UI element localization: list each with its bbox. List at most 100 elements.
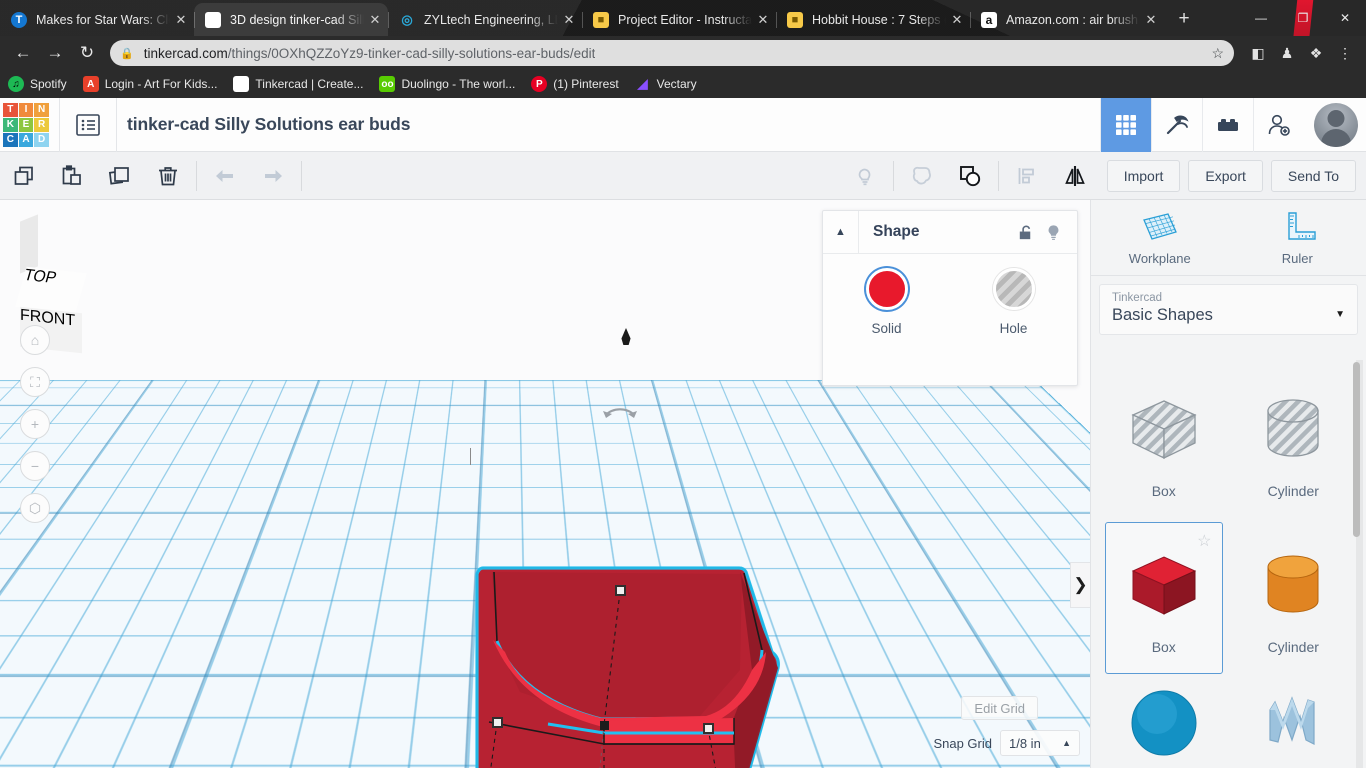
undo-icon[interactable] (201, 152, 249, 200)
redo-icon[interactable] (249, 152, 297, 200)
window-close-button[interactable]: ✕ (1324, 1, 1366, 35)
tinkercad-logo[interactable]: T I N K E R C A D (3, 103, 49, 147)
shape-library-select[interactable]: Tinkercad Basic Shapes ▼ (1099, 284, 1358, 335)
mirror-icon[interactable] (1051, 152, 1099, 200)
copy-icon[interactable] (0, 152, 48, 200)
collapse-panel-button[interactable]: ❯ (1070, 562, 1090, 608)
shape-item-scribble[interactable] (1235, 678, 1353, 768)
export-button[interactable]: Export (1188, 160, 1262, 192)
fit-to-view-icon[interactable]: ⛶ (20, 367, 50, 397)
hole-option[interactable]: Hole (950, 268, 1077, 336)
codeblocks-pickaxe-icon[interactable] (1151, 98, 1202, 152)
resize-handle-left[interactable] (492, 717, 503, 728)
browser-tab[interactable]: T Makes for Star Wars: Clo ✕ (0, 3, 194, 36)
solid-option[interactable]: Solid (823, 268, 950, 336)
lightbulb-icon[interactable] (1039, 223, 1067, 242)
ruler-tool[interactable]: Ruler (1229, 210, 1366, 266)
zoom-in-icon[interactable]: + (20, 409, 50, 439)
bookmark-item[interactable]: Tinkercad | Create... (233, 76, 363, 92)
page-title[interactable]: tinker-cad Silly Solutions ear buds (127, 114, 410, 135)
paste-icon[interactable] (48, 152, 96, 200)
tab-close-icon[interactable]: ✕ (172, 11, 190, 29)
delete-trash-icon[interactable] (144, 152, 192, 200)
ortho-perspective-toggle-icon[interactable]: ⬡ (20, 493, 50, 523)
unlock-icon[interactable] (1011, 223, 1039, 242)
shape-item-hole-cylinder[interactable]: Cylinder (1235, 366, 1353, 518)
tab-title: Project Editor - Instructa (618, 13, 752, 27)
bookmark-label: Login - Art For Kids... (105, 77, 218, 91)
tab-close-icon[interactable]: ✕ (754, 11, 772, 29)
browser-tab-active[interactable]: 3D design tinker-cad Silly ✕ (194, 3, 388, 36)
bricks-icon[interactable] (1202, 98, 1253, 152)
bookmark-item[interactable]: A Login - Art For Kids... (83, 76, 218, 92)
browser-tab[interactable]: ◎ ZYLtech Engineering, LLC ✕ (388, 3, 582, 36)
tinkercad-header: T I N K E R C A D tinker-cad Silly Solut… (0, 98, 1366, 152)
chrome-menu-icon[interactable]: ⋮ (1332, 40, 1358, 66)
shapes-scrollbar-track[interactable] (1356, 360, 1363, 768)
shapes-scrollbar-thumb[interactable] (1353, 362, 1360, 537)
new-tab-button[interactable]: + (1170, 5, 1198, 33)
tab-close-icon[interactable]: ✕ (1142, 11, 1160, 29)
workplane-tool[interactable]: Workplane (1091, 210, 1229, 266)
library-owner: Tinkercad (1112, 292, 1345, 304)
window-minimize-button[interactable]: — (1240, 1, 1282, 35)
tab-close-icon[interactable]: ✕ (560, 11, 578, 29)
shape-item-cylinder[interactable]: Cylinder (1235, 522, 1353, 674)
shapes-sidebar: Workplane Ruler Tinkercad Basic Shapes ▼… (1090, 200, 1366, 768)
bookmark-item[interactable]: oo Duolingo - The worl... (379, 76, 515, 92)
lightbulb-icon[interactable] (841, 152, 889, 200)
chevron-up-icon: ▲ (1062, 738, 1071, 748)
hole-swatch[interactable] (993, 268, 1035, 310)
puzzle-ext-icon[interactable]: ♟ (1274, 40, 1300, 66)
bookmarks-bar: ♫ Spotify A Login - Art For Kids... Tink… (0, 70, 1366, 98)
bookmark-item[interactable]: P (1) Pinterest (531, 76, 618, 92)
logo-tile-t: T (3, 103, 18, 117)
zoom-out-icon[interactable]: − (20, 451, 50, 481)
bookmark-item[interactable]: ♫ Spotify (8, 76, 67, 92)
browser-tab[interactable]: ■ Hobbit House : 7 Steps ( ✕ (776, 3, 970, 36)
send-to-button[interactable]: Send To (1271, 160, 1356, 192)
chevron-up-icon[interactable]: ▲ (823, 211, 859, 254)
bookmark-item[interactable]: ◢ Vectary (635, 76, 697, 92)
address-bar[interactable]: 🔒 tinkercad.com/things/0OXhQZZoYz9-tinke… (110, 40, 1234, 66)
bookmark-star-icon[interactable]: ☆ (1211, 45, 1224, 62)
group-icon[interactable] (898, 152, 946, 200)
home-view-icon[interactable]: ⌂ (20, 325, 50, 355)
duplicate-icon[interactable] (96, 152, 144, 200)
forward-icon[interactable]: → (40, 38, 70, 68)
align-icon[interactable] (1003, 152, 1051, 200)
avatar[interactable] (1314, 103, 1358, 147)
window-maximize-button[interactable]: ❐ (1282, 1, 1324, 35)
tab-title: 3D design tinker-cad Silly (230, 13, 364, 27)
view-cube-top-face[interactable]: TOP (15, 267, 87, 314)
edit-grid-button[interactable]: Edit Grid (961, 696, 1038, 720)
shape-panel-header: ▲ Shape (823, 211, 1077, 254)
import-button[interactable]: Import (1107, 160, 1181, 192)
resize-handle-right[interactable] (703, 723, 714, 734)
tab-close-icon[interactable]: ✕ (948, 11, 966, 29)
ungroup-icon[interactable] (946, 152, 994, 200)
midpoint-handle-center[interactable] (600, 721, 609, 730)
snap-grid-select[interactable]: 1/8 in ▲ (1000, 730, 1080, 756)
shape-item-hole-box[interactable]: Box (1105, 366, 1223, 518)
browser-tab[interactable]: a Amazon.com : air brush ✕ (970, 3, 1164, 36)
blocks-grid-icon[interactable] (1100, 98, 1151, 152)
back-icon[interactable]: ← (8, 38, 38, 68)
hole-label: Hole (1000, 321, 1028, 336)
reload-icon[interactable]: ↻ (72, 38, 102, 68)
tab-close-icon[interactable]: ✕ (366, 11, 384, 29)
shape-item-box-selected[interactable]: ☆ Box (1105, 522, 1223, 674)
solid-color-swatch[interactable] (866, 268, 908, 310)
extensions-icon[interactable]: ❖ (1303, 40, 1329, 66)
tinkercad-grid-icon (233, 76, 249, 92)
bookmark-label: Tinkercad | Create... (255, 77, 363, 91)
logo-tile-a: A (19, 133, 34, 147)
dark-theme-extension-icon[interactable]: ◧ (1245, 40, 1271, 66)
view-cube-side-face[interactable] (20, 214, 38, 273)
view-cube[interactable]: TOP FRONT (20, 218, 110, 298)
shape-item-sphere[interactable] (1105, 678, 1223, 768)
invite-person-icon[interactable] (1253, 98, 1304, 152)
resize-handle-top[interactable] (615, 585, 626, 596)
browser-tab[interactable]: ■ Project Editor - Instructa ✕ (582, 3, 776, 36)
project-list-icon[interactable] (60, 98, 116, 152)
